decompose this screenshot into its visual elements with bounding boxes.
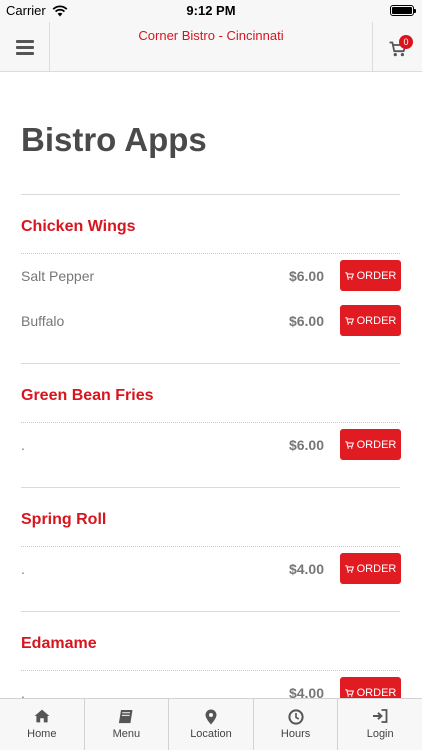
item-name: Buffalo	[21, 313, 65, 329]
item-name: Salt Pepper	[21, 268, 95, 284]
login-icon	[338, 709, 422, 725]
order-button[interactable]: ORDER	[340, 260, 401, 291]
item-price: $4.00	[288, 685, 324, 698]
tab-home[interactable]: Home	[0, 699, 85, 750]
section-divider	[21, 487, 400, 488]
dotted-divider	[21, 422, 400, 423]
order-button[interactable]: ORDER	[340, 305, 401, 336]
order-button-label: ORDER	[356, 269, 397, 282]
dotted-divider	[21, 670, 400, 671]
order-button-label: ORDER	[356, 314, 397, 327]
order-button[interactable]: ORDER	[340, 677, 401, 698]
tab-login[interactable]: Login	[338, 699, 422, 750]
item-price: $6.00	[288, 268, 324, 284]
category-title: Green Bean Fries	[21, 387, 154, 404]
hamburger-menu-button[interactable]	[0, 22, 50, 72]
category-title: Spring Roll	[21, 511, 107, 528]
status-time: 9:12 PM	[186, 3, 236, 18]
clock-icon	[254, 709, 338, 725]
item-name: .	[21, 561, 25, 577]
cart-icon	[344, 688, 354, 697]
tab-label: Location	[190, 728, 232, 740]
item-name: .	[21, 437, 25, 453]
cart-icon	[344, 271, 354, 280]
cart-icon	[344, 564, 354, 573]
nav-bar: Corner Bistro - Cincinnati 0	[0, 22, 422, 72]
tab-label: Home	[27, 728, 57, 740]
bottom-tab-bar: Home Menu Location Hours Login	[0, 698, 422, 750]
tab-label: Menu	[112, 728, 141, 740]
order-button-label: ORDER	[356, 562, 397, 575]
hamburger-icon	[15, 37, 34, 58]
item-price: $6.00	[288, 313, 324, 329]
menu-content[interactable]: Bistro Apps Chicken Wings Salt Pepper $6…	[0, 73, 422, 698]
cart-count-badge: 0	[399, 35, 413, 49]
cart-button[interactable]: 0	[372, 22, 422, 72]
order-button-label: ORDER	[356, 438, 397, 451]
tab-hours[interactable]: Hours	[254, 699, 339, 750]
order-button-label: ORDER	[356, 686, 397, 699]
tab-location[interactable]: Location	[169, 699, 254, 750]
status-bar: Carrier 9:12 PM	[0, 0, 422, 22]
home-icon	[0, 709, 84, 725]
tab-menu[interactable]: Menu	[85, 699, 170, 750]
battery-icon	[390, 5, 416, 16]
tab-label: Hours	[280, 728, 311, 740]
order-button[interactable]: ORDER	[340, 429, 401, 460]
cart-icon	[344, 440, 354, 449]
item-price: $4.00	[288, 561, 324, 577]
order-button[interactable]: ORDER	[340, 553, 401, 584]
dotted-divider	[21, 546, 400, 547]
item-name: .	[21, 685, 25, 698]
category-title: Edamame	[21, 635, 97, 652]
section-divider	[21, 363, 400, 364]
cart-icon	[344, 316, 354, 325]
book-icon	[85, 709, 169, 725]
dotted-divider	[21, 253, 400, 254]
section-divider	[21, 611, 400, 612]
title-divider	[21, 194, 400, 195]
map-pin-icon	[169, 709, 253, 725]
page-title: Bistro Apps	[21, 121, 207, 158]
restaurant-title: Corner Bistro - Cincinnati	[138, 28, 284, 43]
category-title: Chicken Wings	[21, 218, 136, 235]
tab-label: Login	[366, 728, 394, 740]
item-price: $6.00	[288, 437, 324, 453]
